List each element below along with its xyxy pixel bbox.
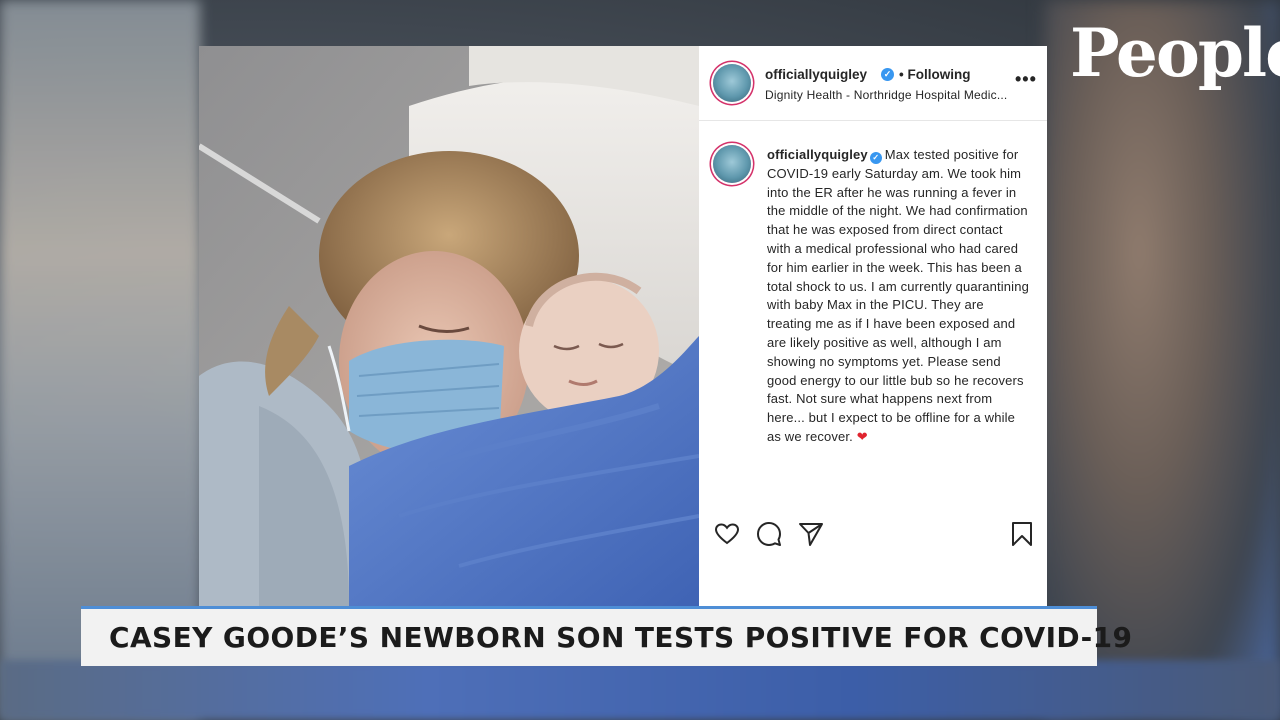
like-button[interactable] — [713, 520, 741, 548]
caption-text: Max tested positive for COVID-19 early S… — [767, 147, 1029, 444]
share-button[interactable] — [797, 520, 825, 548]
lower-third-banner: CASEY GOODE’S NEWBORN SON TESTS POSITIVE… — [81, 609, 1132, 666]
people-logo: People — [1070, 14, 1280, 92]
post-header: officiallyquigley ✓ • Following Dignity … — [699, 46, 1047, 121]
news-headline: CASEY GOODE’S NEWBORN SON TESTS POSITIVE… — [109, 621, 1133, 654]
instagram-post-panel: officiallyquigley ✓ • Following Dignity … — [699, 46, 1047, 606]
post-photo — [199, 46, 699, 606]
post-caption: officiallyquigley ✓ Max tested positive fo… — [767, 146, 1029, 447]
blurred-background-bottom — [0, 660, 1280, 720]
caption-username[interactable]: officiallyquigley — [767, 147, 868, 162]
post-actions — [699, 520, 1047, 554]
paper-plane-icon — [799, 523, 823, 546]
following-status[interactable]: • Following — [899, 67, 970, 82]
mother-and-baby-illustration — [199, 46, 699, 606]
header-username[interactable]: officiallyquigley — [765, 67, 867, 82]
caption-avatar[interactable] — [713, 145, 751, 183]
red-heart-emoji: ❤ — [856, 428, 868, 444]
more-options-icon[interactable]: ••• — [1015, 70, 1037, 88]
profile-avatar[interactable] — [713, 64, 751, 102]
verified-badge-icon: ✓ — [881, 68, 894, 81]
post-location[interactable]: Dignity Health - Northridge Hospital Med… — [765, 88, 1037, 102]
comment-bubble-icon — [757, 522, 781, 546]
bookmark-icon — [1012, 522, 1032, 546]
save-button[interactable] — [1008, 520, 1036, 548]
heart-outline-icon — [714, 523, 740, 545]
comment-button[interactable] — [755, 520, 783, 548]
caption-verified-badge-icon: ✓ — [869, 152, 882, 164]
